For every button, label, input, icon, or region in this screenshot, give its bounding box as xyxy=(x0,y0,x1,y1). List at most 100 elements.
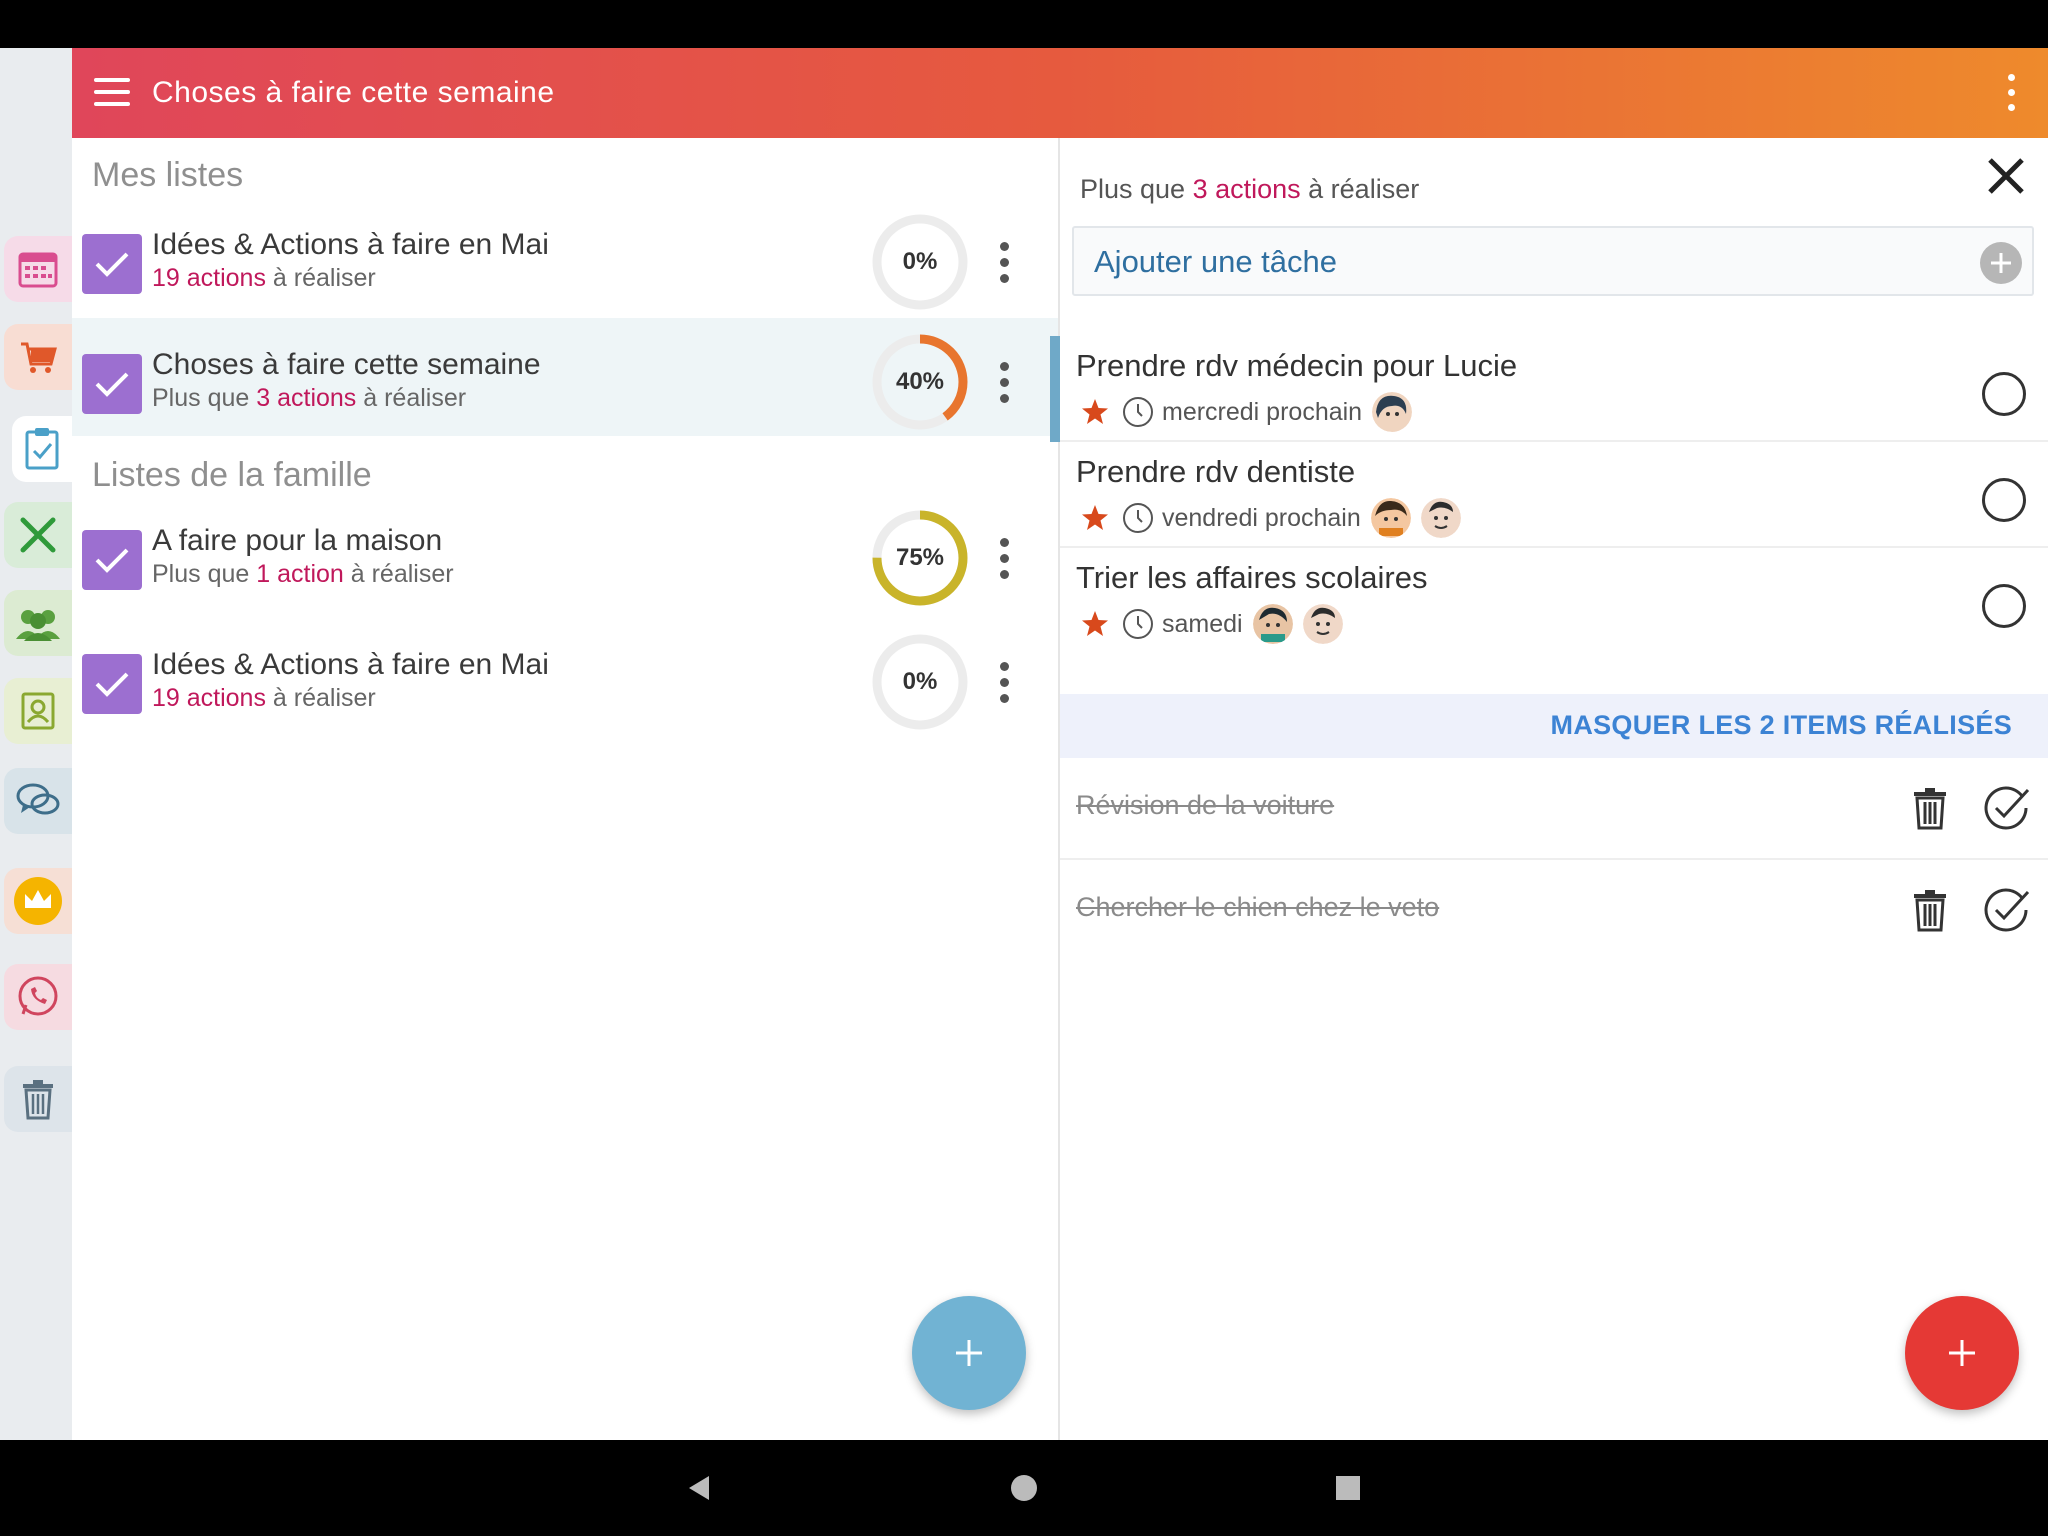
calendar-icon xyxy=(18,252,58,288)
list-subtitle: 19 actions à réaliser xyxy=(152,684,376,712)
list-subtitle: 19 actions à réaliser xyxy=(152,264,376,292)
delete-icon[interactable] xyxy=(1910,786,1950,830)
check-icon xyxy=(95,672,129,697)
rail-chat[interactable] xyxy=(4,768,72,834)
clock-icon xyxy=(1123,503,1153,533)
recents-button[interactable] xyxy=(1324,1464,1372,1512)
close-icon[interactable] xyxy=(1982,152,2030,200)
hide-done-items-bar[interactable]: MASQUER LES 2 ITEMS RÉALISÉS xyxy=(1060,694,2048,758)
back-icon xyxy=(689,1476,709,1500)
list-menu-icon[interactable] xyxy=(1000,242,1010,286)
list-checkbox[interactable] xyxy=(82,234,142,294)
list-checkbox[interactable] xyxy=(82,654,142,714)
section-my-lists: Mes listes xyxy=(92,156,244,194)
avatar xyxy=(1252,604,1293,644)
recents-icon xyxy=(1336,1476,1360,1500)
whatsapp-icon xyxy=(18,976,58,1016)
remaining-actions-header: Plus que 3 actions à réaliser xyxy=(1080,174,1420,204)
check-icon xyxy=(95,252,129,277)
rail-contacts[interactable] xyxy=(4,678,72,744)
task-complete-toggle[interactable] xyxy=(1982,478,2026,522)
task-complete-toggle[interactable] xyxy=(1982,372,2026,416)
list-name: Idées & Actions à faire en Mai xyxy=(152,648,549,681)
avatar xyxy=(1372,392,1413,432)
task-title: Prendre rdv médecin pour Lucie xyxy=(1076,348,1518,383)
add-task-button[interactable] xyxy=(1905,1296,2019,1410)
list-menu-icon[interactable] xyxy=(1000,538,1010,582)
task-row[interactable]: Prendre rdv médecin pour Lucie mercredi … xyxy=(1050,336,2048,442)
app-bar: Choses à faire cette semaine xyxy=(72,48,2048,138)
task-row[interactable]: Trier les affaires scolaires samedi xyxy=(1060,548,2048,654)
overflow-menu-icon[interactable] xyxy=(2008,74,2018,114)
done-task-row: Chercher le chien chez le veto xyxy=(1060,860,2048,962)
crown-icon xyxy=(14,877,62,925)
back-button[interactable] xyxy=(676,1464,724,1512)
check-circle-icon[interactable] xyxy=(1980,884,2032,936)
task-panel: Plus que 3 actions à réaliser Ajouter un… xyxy=(1050,138,2048,1440)
list-name: Idées & Actions à faire en Mai xyxy=(152,228,549,261)
list-menu-icon[interactable] xyxy=(1000,662,1010,706)
section-family-lists: Listes de la famille xyxy=(92,456,372,494)
list-item[interactable]: Choses à faire cette semaine Plus que 3 … xyxy=(72,318,1058,436)
done-task-row: Révision de la voiture xyxy=(1060,758,2048,860)
rail-premium[interactable] xyxy=(4,868,72,934)
list-subtitle: Plus que 3 actions à réaliser xyxy=(152,384,467,412)
lists-panel: Mes listes Idées & Actions à faire en Ma… xyxy=(72,138,1058,1440)
module-rail xyxy=(0,48,72,1440)
rail-whatsapp[interactable] xyxy=(4,964,72,1030)
fork-knife-icon xyxy=(20,517,56,553)
progress-label: 0% xyxy=(902,668,938,695)
list-subtitle: Plus que 1 action à réaliser xyxy=(152,560,454,588)
add-task-placeholder: Ajouter une tâche xyxy=(1094,244,1338,279)
add-task-plus-icon[interactable] xyxy=(1980,242,2022,284)
add-list-button[interactable] xyxy=(912,1296,1026,1410)
check-icon xyxy=(95,548,129,573)
device-screen: Choses à faire cette semaine Mes listes … xyxy=(0,0,2048,1536)
chat-icon xyxy=(16,783,60,815)
task-meta: samedi xyxy=(1080,604,1343,644)
list-name: A faire pour la maison xyxy=(152,524,443,557)
list-checkbox[interactable] xyxy=(82,354,142,414)
cart-icon xyxy=(21,342,57,373)
task-meta: vendredi prochain xyxy=(1080,498,1461,538)
task-complete-toggle[interactable] xyxy=(1982,584,2026,628)
task-due: vendredi prochain xyxy=(1162,503,1361,532)
star-icon xyxy=(1082,399,1108,424)
rail-calendar[interactable] xyxy=(4,236,72,302)
done-task-title: Révision de la voiture xyxy=(1076,790,1335,820)
avatar xyxy=(1370,498,1411,538)
task-row[interactable]: Prendre rdv dentiste vendredi prochain xyxy=(1060,442,2048,548)
avatar xyxy=(1302,604,1343,644)
list-item[interactable]: A faire pour la maison Plus que 1 action… xyxy=(72,494,1058,612)
add-task-input[interactable]: Ajouter une tâche xyxy=(1072,226,2034,296)
home-icon xyxy=(1011,1475,1037,1501)
done-task-title: Chercher le chien chez le veto xyxy=(1076,892,1440,922)
clipboard-check-icon xyxy=(25,428,59,470)
delete-icon[interactable] xyxy=(1910,888,1950,932)
star-icon xyxy=(1082,611,1108,636)
hide-done-items-button[interactable]: MASQUER LES 2 ITEMS RÉALISÉS xyxy=(1551,710,2012,741)
home-button[interactable] xyxy=(1000,1464,1048,1512)
task-title: Prendre rdv dentiste xyxy=(1076,454,1356,489)
task-due: samedi xyxy=(1162,609,1243,638)
rail-family[interactable] xyxy=(4,590,72,656)
list-menu-icon[interactable] xyxy=(1000,362,1010,406)
task-title: Trier les affaires scolaires xyxy=(1076,560,1428,595)
rail-trash[interactable] xyxy=(4,1066,72,1132)
page-title: Choses à faire cette semaine xyxy=(152,76,555,109)
rail-meals[interactable] xyxy=(4,502,72,568)
plus-icon xyxy=(1949,1340,1975,1366)
rail-shopping[interactable] xyxy=(4,324,72,390)
clock-icon xyxy=(1123,609,1153,639)
check-icon xyxy=(95,372,129,397)
check-circle-icon[interactable] xyxy=(1980,782,2032,834)
menu-icon[interactable] xyxy=(94,78,130,108)
rail-todo[interactable] xyxy=(12,416,72,482)
clock-icon xyxy=(1123,397,1153,427)
list-checkbox[interactable] xyxy=(82,530,142,590)
list-name: Choses à faire cette semaine xyxy=(152,348,541,381)
system-nav-bar xyxy=(0,1440,2048,1536)
progress-label: 75% xyxy=(895,544,945,571)
list-item[interactable]: Idées & Actions à faire en Mai 19 action… xyxy=(72,198,1058,316)
list-item[interactable]: Idées & Actions à faire en Mai 19 action… xyxy=(72,618,1058,736)
